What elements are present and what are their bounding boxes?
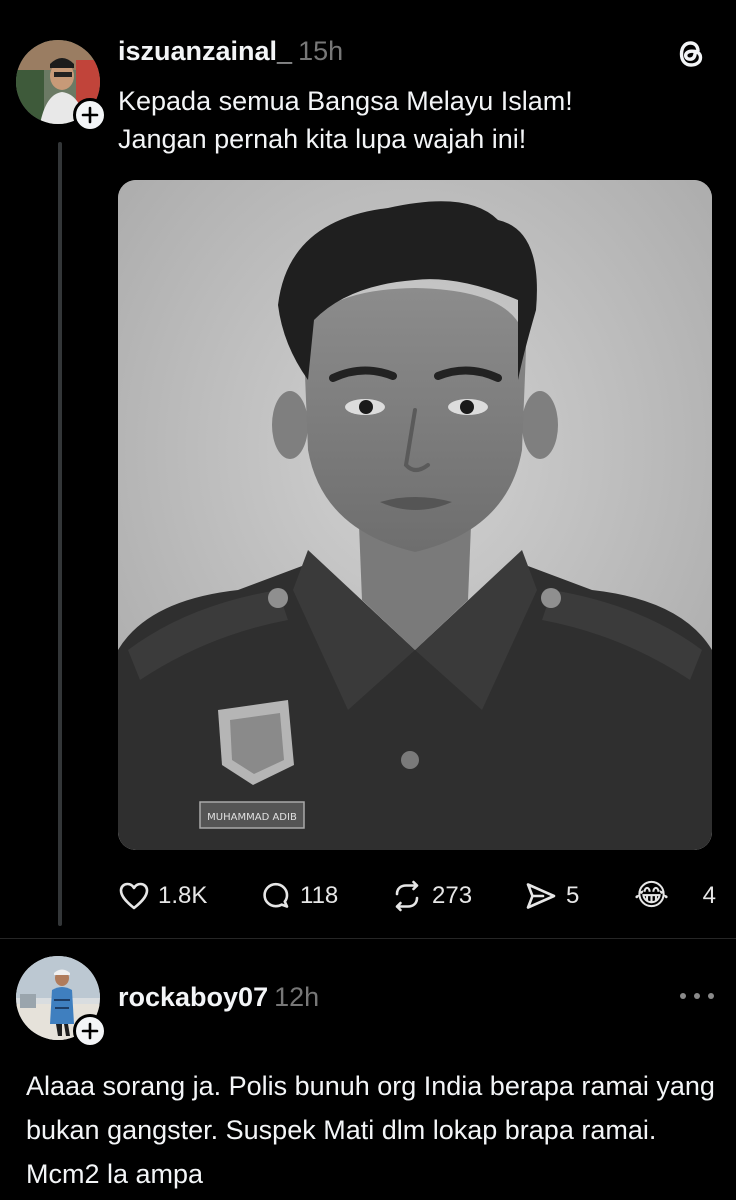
portrait-photo: MUHAMMAD ADIB (118, 180, 712, 850)
dot (708, 993, 714, 999)
plus-icon (81, 1022, 99, 1040)
post-divider (0, 938, 736, 939)
follow-button[interactable] (73, 1014, 107, 1048)
comment-bubble-icon (263, 882, 289, 908)
reply-author-username[interactable]: rockaboy07 (118, 982, 268, 1012)
dot (680, 993, 686, 999)
reaction-badge[interactable]: 😂 4 (634, 876, 716, 916)
repost-icon (395, 880, 419, 912)
post-author-row: iszuanzainal_ 15h (118, 36, 343, 67)
post-text-line-1: Kepada semua Bangsa Melayu Islam! (118, 86, 573, 116)
thread-connector-line (58, 142, 62, 926)
reply-author-row: rockaboy07 12h (118, 982, 319, 1013)
repost-button[interactable]: 273 (390, 876, 472, 916)
more-options-icon[interactable] (680, 986, 714, 1006)
share-button[interactable]: 5 (524, 876, 579, 916)
dot (694, 993, 700, 999)
plus-icon (81, 106, 99, 124)
reply-count: 118 (300, 882, 339, 909)
reply-button[interactable]: 118 (260, 876, 338, 916)
heart-icon (119, 882, 149, 910)
post-body: Kepada semua Bangsa Melayu Islam! Jangan… (118, 82, 698, 158)
post-author-username[interactable]: iszuanzainal_ (118, 36, 292, 66)
uniform-nametag: MUHAMMAD ADIB (207, 812, 297, 823)
laughing-emoji-icon: 😂 (634, 879, 670, 912)
like-count: 1.8K (158, 882, 208, 909)
reply-text: Alaaa sorang ja. Polis bunuh org India b… (26, 1071, 715, 1189)
send-icon (526, 883, 556, 909)
reply-timestamp: 12h (274, 982, 320, 1012)
like-button[interactable]: 1.8K (118, 876, 207, 916)
repost-count: 273 (432, 882, 473, 909)
share-count: 5 (566, 882, 580, 909)
post-text-line-2: Jangan pernah kita lupa wajah ini! (118, 124, 527, 154)
post-actions-bar: 1.8K 118 273 5 😂 4 (116, 876, 716, 916)
threads-logo-icon[interactable] (674, 36, 708, 72)
post-image[interactable]: MUHAMMAD ADIB (118, 180, 712, 850)
follow-button[interactable] (73, 98, 107, 132)
post-timestamp: 15h (298, 36, 344, 66)
reaction-count: 4 (702, 882, 716, 909)
